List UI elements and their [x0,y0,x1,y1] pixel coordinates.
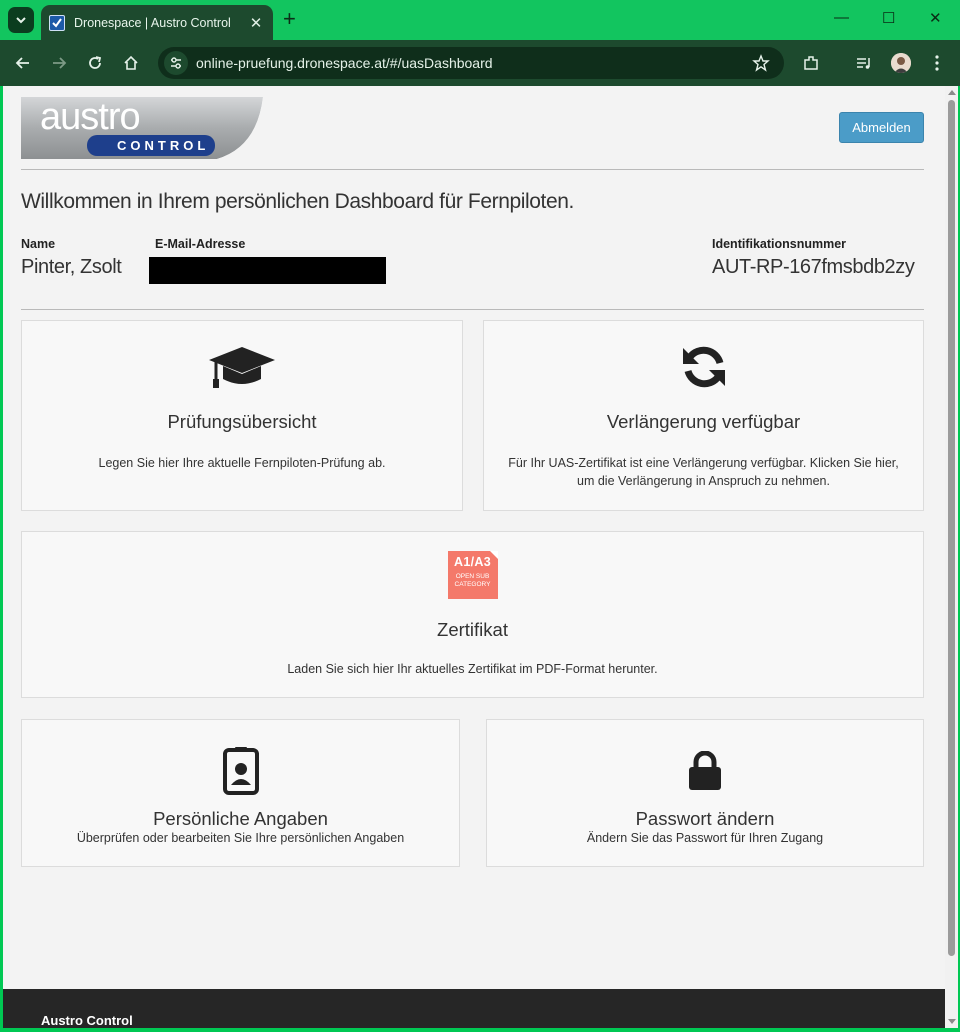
austro-control-logo[interactable]: austro CONTROL [21,96,263,159]
card-title: Verlängerung verfügbar [606,411,801,432]
refresh-icon [484,343,923,391]
card-description: Überprüfen oder bearbeiten Sie Ihre pers… [76,831,405,845]
browser-tab-bar: Dronespace | Austro Control ✕ + — ☐ ✕ [0,0,960,40]
badge-line-3: CATEGORY [454,581,491,588]
page-footer: Austro Control [3,989,945,1028]
browser-tab[interactable]: Dronespace | Austro Control ✕ [41,5,273,40]
id-label: Identifikationsnummer [712,237,847,251]
logo-text-control: CONTROL [117,138,210,153]
forward-icon[interactable] [49,53,69,73]
back-icon[interactable] [13,53,33,73]
vertical-scrollbar[interactable] [945,86,958,1028]
home-icon[interactable] [121,53,141,73]
page-viewport: austro CONTROL Abmelden Willkommen in Ih… [3,86,945,1028]
exam-overview-card[interactable]: Prüfungsübersicht Legen Sie hier Ihre ak… [21,320,463,511]
reload-icon[interactable] [85,53,105,73]
name-label: Name [21,237,56,251]
minimize-button[interactable]: — [834,9,849,26]
browser-toolbar: online-pruefung.dronespace.at/#/uasDashb… [0,40,960,86]
divider [21,309,924,310]
card-title: Persönliche Angaben [153,808,328,829]
name-value: Pinter, Zsolt [21,256,122,278]
scrollbar-thumb[interactable] [948,100,955,956]
card-description: Für Ihr UAS-Zertifikat ist eine Verlänge… [508,456,899,488]
welcome-heading: Willkommen in Ihrem persönlichen Dashboa… [21,190,574,213]
card-title: Prüfungsübersicht [167,411,317,432]
tab-title: Dronespace | Austro Control [74,15,231,30]
maximize-button[interactable]: ☐ [882,9,895,27]
profile-avatar[interactable] [891,53,911,73]
graduation-cap-icon [22,345,462,391]
tab-search-icon[interactable] [8,7,34,33]
card-description: Laden Sie sich hier Ihr aktuelles Zertif… [287,662,658,676]
card-title: Passwort ändern [635,808,775,829]
footer-text: Austro Control [41,1013,133,1028]
logout-button[interactable]: Abmelden [839,112,924,143]
card-title: Zertifikat [437,619,508,640]
id-badge-icon [22,747,459,795]
email-value-redacted [149,257,386,284]
personal-data-card[interactable]: Persönliche Angaben Überprüfen oder bear… [21,719,460,867]
email-label: E-Mail-Adresse [155,237,246,251]
scroll-up-arrow-icon[interactable] [948,90,956,95]
change-password-card[interactable]: Passwort ändern Ändern Sie das Passwort … [486,719,924,867]
certificate-card[interactable]: A1/A3 OPEN SUB CATEGORY Zertifikat Laden… [21,531,924,698]
close-window-button[interactable]: ✕ [929,9,942,27]
menu-icon[interactable] [927,53,947,73]
new-tab-button[interactable]: + [283,8,296,30]
certificate-badge-icon: A1/A3 OPEN SUB CATEGORY [447,551,498,599]
badge-line-2: OPEN SUB [455,573,490,580]
tab-close-icon[interactable]: ✕ [247,14,265,32]
renewal-card[interactable]: Verlängerung verfügbar Für Ihr UAS-Zerti… [483,320,924,511]
logo-text-austro: austro [40,96,141,138]
card-description: Legen Sie hier Ihre aktuelle Fernpiloten… [98,456,386,470]
id-value: AUT-RP-167fmsbdb2zy [712,256,915,278]
bookmark-star-icon[interactable] [752,54,770,72]
lock-icon [487,751,923,791]
card-description: Ändern Sie das Passwort für Ihren Zugang [586,831,824,845]
favicon-icon [49,14,65,31]
media-icon[interactable] [854,53,874,73]
scroll-down-arrow-icon[interactable] [948,1019,956,1024]
url-text[interactable]: online-pruefung.dronespace.at/#/uasDashb… [196,55,752,71]
divider [21,169,924,170]
badge-line-1: A1/A3 [454,555,491,569]
extensions-icon[interactable] [801,53,821,73]
address-bar[interactable]: online-pruefung.dronespace.at/#/uasDashb… [158,47,784,79]
site-settings-icon[interactable] [164,51,188,75]
